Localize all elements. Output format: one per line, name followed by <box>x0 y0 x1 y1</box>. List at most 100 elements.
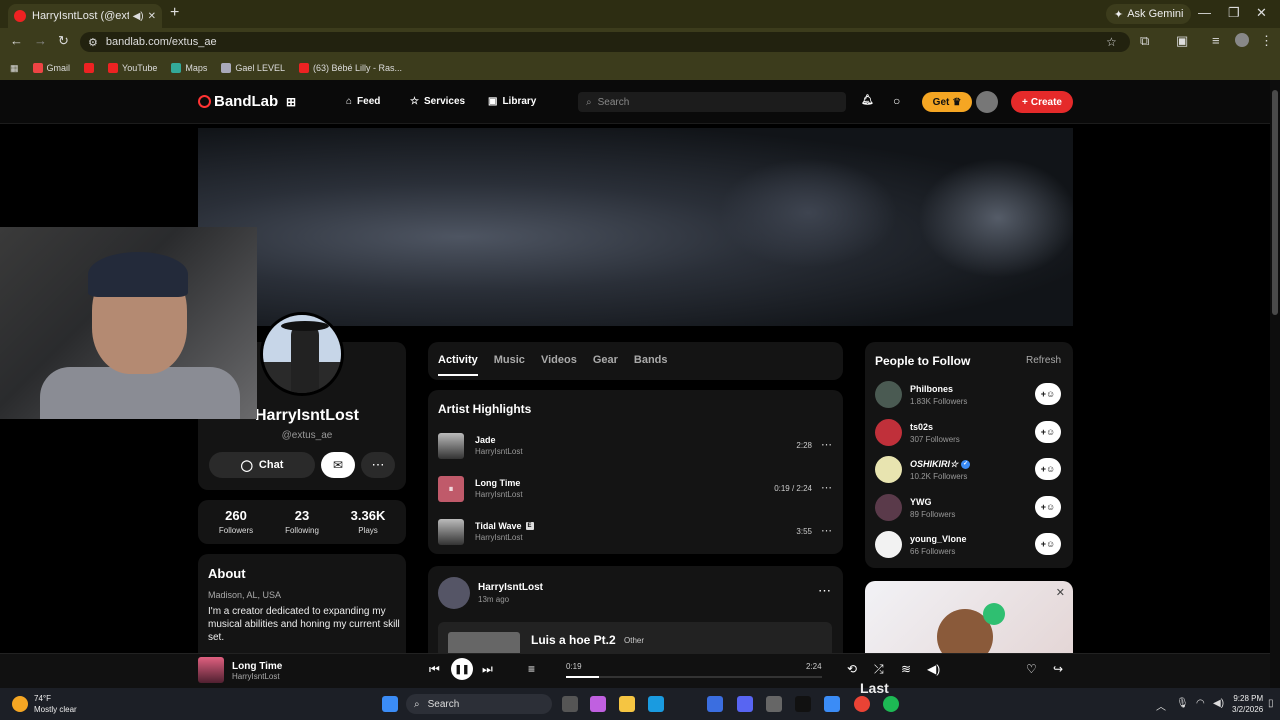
suggested-user[interactable]: ts02s 307 Followers + ☺ <box>875 419 1063 447</box>
tab-activity[interactable]: Activity <box>438 354 478 376</box>
bookmark-youtube-icon-only[interactable] <box>84 63 95 73</box>
speaker-icon[interactable]: ◀) <box>1213 698 1224 709</box>
tab-videos[interactable]: Videos <box>541 354 577 376</box>
follow-button[interactable]: + ☺ <box>1035 533 1061 555</box>
follow-button[interactable]: + ☺ <box>1035 383 1061 405</box>
suggested-user[interactable]: YWG 89 Followers + ☺ <box>875 494 1063 522</box>
suggested-user-avatar[interactable] <box>875 419 902 446</box>
track-row[interactable]: ⏸ Long Time HarryIsntLost 0:19 / 2:24 ⋯ <box>438 476 834 504</box>
track-artist[interactable]: HarryIsntLost <box>475 490 523 499</box>
post-author-avatar[interactable] <box>438 577 470 609</box>
track-artwork[interactable] <box>438 519 464 545</box>
post-author-name[interactable]: HarryIsntLost <box>478 582 543 593</box>
suggested-user-name[interactable]: young_Vlone <box>910 534 967 544</box>
bookmark-gael[interactable]: Gael LEVEL <box>221 63 285 73</box>
track-artist[interactable]: HarryIsntLost <box>475 533 523 542</box>
next-track-icon[interactable]: ⏭ <box>482 662 493 677</box>
browser-tab[interactable]: HarryIsntLost (@extus_ae) - ◀) ✕ <box>8 4 162 28</box>
weather-widget[interactable]: 74°F Mostly clear <box>12 693 77 715</box>
apps-grid-icon[interactable]: ▦ <box>10 63 19 74</box>
chat-button[interactable]: ◯ Chat <box>209 452 315 478</box>
suggested-user-avatar[interactable] <box>875 456 902 483</box>
profile-avatar[interactable] <box>1235 33 1249 47</box>
volume-icon[interactable]: ◀) <box>927 662 940 676</box>
bookmark-gmail[interactable]: Gmail <box>32 63 70 73</box>
track-more-icon[interactable]: ⋯ <box>821 438 832 451</box>
copilot-icon[interactable] <box>590 696 606 712</box>
pause-button[interactable]: ❚❚ <box>451 658 473 680</box>
suggested-user-name[interactable]: OSHIKIRI☆ ✓ <box>910 459 971 470</box>
like-heart-icon[interactable]: ♡ <box>1026 662 1037 676</box>
shuffle-icon[interactable]: ⤮ <box>874 662 884 677</box>
suggested-user-name[interactable]: YWG <box>910 497 932 507</box>
suggested-user-avatar[interactable] <box>875 381 902 408</box>
player-track-artwork[interactable] <box>198 657 224 683</box>
maximize-icon[interactable]: ❐ <box>1228 5 1240 21</box>
track-more-icon[interactable]: ⋯ <box>821 524 832 537</box>
address-bar[interactable]: ⚙ bandlab.com/extus_ae <box>80 32 1130 52</box>
search-input[interactable]: ⌕ Search <box>578 92 846 112</box>
windows-start-icon[interactable] <box>382 696 398 712</box>
notifications-icon[interactable]: ▯ <box>1268 698 1274 709</box>
microphone-icon[interactable]: 🎙︎ <box>1176 698 1189 709</box>
suggested-user-avatar[interactable] <box>875 494 902 521</box>
queue-icon[interactable]: ≡ <box>528 662 535 676</box>
player-track-artist[interactable]: HarryIsntLost <box>232 672 280 681</box>
system-clock[interactable]: 9:28 PM 3/2/2026 <box>1232 693 1263 715</box>
edge-icon[interactable] <box>648 696 664 712</box>
suggested-user[interactable]: Philbones 1.83K Followers + ☺ <box>875 381 1063 409</box>
suggested-user-name[interactable]: ts02s <box>910 422 933 432</box>
taskbar-search[interactable]: ⌕ Search <box>406 694 552 714</box>
track-artwork[interactable] <box>438 433 464 459</box>
back-icon[interactable]: ← <box>10 33 23 48</box>
share-icon[interactable]: ↪ <box>1053 662 1063 676</box>
track-row[interactable]: Tidal Wave E HarryIsntLost 3:55 ⋯ <box>438 519 834 547</box>
create-button[interactable]: + Create <box>1011 91 1073 113</box>
autoplay-icon[interactable]: ≋ <box>901 662 911 676</box>
track-artist[interactable]: HarryIsntLost <box>475 447 523 456</box>
user-avatar[interactable] <box>976 91 998 113</box>
close-tab-icon[interactable]: ✕ <box>148 11 156 22</box>
new-tab-button[interactable]: + <box>170 4 179 22</box>
reload-icon[interactable]: ↻ <box>58 33 69 49</box>
close-window-icon[interactable]: ✕ <box>1256 5 1267 21</box>
forward-icon[interactable]: → <box>34 33 47 48</box>
follow-button[interactable]: + ☺ <box>1035 421 1061 443</box>
get-membership-button[interactable]: Get ♛ <box>922 92 972 112</box>
nav-services[interactable]: ☆ Services <box>410 96 465 107</box>
track-row[interactable]: Jade HarryIsntLost 2:28 ⋯ <box>438 433 834 461</box>
bookmark-star-icon[interactable]: ☆ <box>1106 35 1117 49</box>
post-track-title[interactable]: Luis a hoe Pt.2 <box>531 633 616 647</box>
more-options-button[interactable]: ⋯ <box>361 452 395 478</box>
app-icon[interactable] <box>824 696 840 712</box>
suggested-user[interactable]: young_Vlone 66 Followers + ☺ <box>875 531 1063 559</box>
suggested-user[interactable]: OSHIKIRI☆ ✓ 10.2K Followers + ☺ <box>875 456 1063 484</box>
repeat-icon[interactable]: ⟲ <box>847 662 857 676</box>
tiktok-icon[interactable] <box>795 696 811 712</box>
suggested-user-name[interactable]: Philbones <box>910 384 953 394</box>
apps-grid-icon[interactable]: ⊞ <box>286 95 296 109</box>
tab-gear[interactable]: Gear <box>593 354 618 376</box>
spotify-icon[interactable] <box>883 696 899 712</box>
post-more-icon[interactable]: ⋯ <box>818 583 831 599</box>
side-panel-icon[interactable]: ▣ <box>1176 33 1188 49</box>
mail-icon[interactable] <box>707 696 723 712</box>
notifications-bell-icon[interactable]: 🔔︎ <box>861 95 874 106</box>
nav-feed[interactable]: ⌂ Feed <box>346 96 380 107</box>
bookmark-bebe-lilly[interactable]: (63) Bébé Lilly - Ras... <box>298 63 402 73</box>
bookmark-youtube[interactable]: YouTube <box>108 63 157 73</box>
refresh-button[interactable]: Refresh <box>1026 355 1061 366</box>
media-control-icon[interactable]: ≡ <box>1212 33 1220 48</box>
previous-track-icon[interactable]: ⏮ <box>429 662 440 677</box>
bandlab-logo[interactable]: BandLab <box>198 93 278 110</box>
file-explorer-icon[interactable] <box>619 696 635 712</box>
follow-button[interactable]: + ☺ <box>1035 458 1061 480</box>
messages-icon[interactable]: ○ <box>893 94 900 108</box>
pause-track-icon[interactable]: ⏸ <box>438 476 464 502</box>
player-track-title[interactable]: Long Time <box>232 661 282 672</box>
bookmark-maps[interactable]: Maps <box>171 63 207 73</box>
nav-library[interactable]: ▣ Library <box>488 96 536 107</box>
follow-button[interactable]: + ☺ <box>1035 496 1061 518</box>
ask-gemini-button[interactable]: ✦ Ask Gemini <box>1106 4 1192 24</box>
suggested-user-avatar[interactable] <box>875 531 902 558</box>
